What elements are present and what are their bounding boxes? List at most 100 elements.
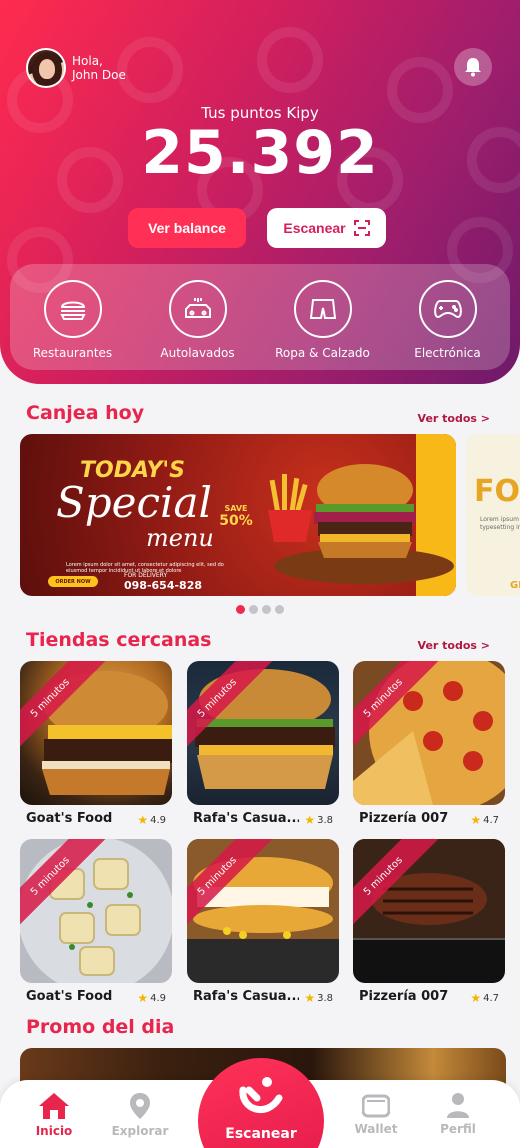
store-card[interactable]: 5 minutos Rafa's Casua... ★ 3.8 <box>187 839 339 1005</box>
nav-home[interactable]: Inicio <box>14 1092 94 1138</box>
nav-profile[interactable]: Perfil <box>418 1092 498 1136</box>
category-restaurants[interactable]: Restaurantes <box>14 280 132 370</box>
avatar[interactable] <box>26 48 66 88</box>
hero-header: Hola, John Doe Tus puntos Kipy 25.392 Ve… <box>0 0 520 384</box>
category-bar: Restaurantes Autolavados Ropa & Calzado <box>10 264 510 370</box>
wallet-icon <box>362 1094 390 1118</box>
carousel-dot[interactable] <box>236 605 245 614</box>
rating-value: 4.7 <box>483 992 499 1004</box>
scan-fab-label: Escanear <box>225 1126 297 1142</box>
store-image: 5 minutos <box>187 661 339 805</box>
carousel-dot[interactable] <box>275 605 284 614</box>
user-greeting[interactable]: Hola, John Doe <box>26 48 126 88</box>
smile-logo-icon <box>239 1077 283 1113</box>
car-wash-icon <box>184 298 211 318</box>
banner-menu: menu <box>146 524 214 552</box>
nearby-title: Tiendas cercanas <box>26 629 212 651</box>
star-icon: ★ <box>137 813 149 827</box>
rating-value: 4.9 <box>150 992 166 1004</box>
promo-banner-special-menu[interactable]: TODAY'S Special menu SAVE 50% Lorem ipsum… <box>20 434 456 596</box>
banner-save-label: SAVE <box>224 504 248 513</box>
store-image: 5 minutos <box>353 661 505 805</box>
star-icon: ★ <box>304 813 316 827</box>
fries-image <box>268 474 312 542</box>
user-name: John Doe <box>72 68 126 82</box>
nav-label: Wallet <box>354 1122 398 1136</box>
redeem-title: Canjea hoy <box>26 402 145 424</box>
store-card[interactable]: 5 minutos Pizzería 007 ★ 4.7 <box>353 839 505 1005</box>
star-icon: ★ <box>470 813 482 827</box>
banner-special: Special <box>56 478 212 527</box>
store-rating: ★ 3.8 <box>304 991 333 1005</box>
location-pin-icon <box>130 1093 150 1119</box>
category-label: Ropa & Calzado <box>275 346 370 360</box>
star-icon: ★ <box>304 991 316 1005</box>
category-label: Autolavados <box>160 346 235 360</box>
store-card[interactable]: 5 minutos Goat's Food ★ 4.9 <box>20 839 172 1005</box>
rating-value: 3.8 <box>317 992 333 1004</box>
store-name: Goat's Food <box>26 989 113 1004</box>
banner-save-pct: 50% <box>219 513 253 529</box>
redeem-see-all-link[interactable]: Ver todos > <box>418 412 490 425</box>
store-image: 5 minutos <box>20 661 172 805</box>
greeting-text: Hola, <box>72 54 103 68</box>
category-clothing[interactable]: Ropa & Calzado <box>264 280 382 370</box>
user-icon <box>447 1093 469 1118</box>
store-name: Rafa's Casua... <box>193 811 299 826</box>
nav-label: Explorar <box>111 1124 169 1138</box>
promo-banner-food[interactable]: FOO Lorem ipsum typesetting in GE <box>466 434 520 596</box>
store-rating: ★ 4.9 <box>137 813 166 827</box>
banner2-tail: GE <box>510 580 520 591</box>
rating-value: 4.7 <box>483 814 499 826</box>
category-carwash[interactable]: Autolavados <box>139 280 257 370</box>
banner-order-now: ORDER NOW <box>48 576 98 587</box>
store-image: 5 minutos <box>20 839 172 983</box>
nav-label: Perfil <box>440 1122 476 1136</box>
star-icon: ★ <box>137 991 149 1005</box>
banner-delivery: FOR DELIVERY <box>124 572 168 579</box>
bell-icon <box>465 58 481 77</box>
promo-title: Promo del dia <box>26 1016 175 1038</box>
star-icon: ★ <box>470 991 482 1005</box>
banner2-title: FOO <box>474 474 520 509</box>
burger-icon <box>59 301 86 320</box>
store-name: Pizzería 007 <box>359 811 449 826</box>
gamepad-icon <box>433 300 462 319</box>
burger-image <box>314 464 416 558</box>
store-rating: ★ 4.7 <box>470 991 499 1005</box>
store-name: Pizzería 007 <box>359 989 449 1004</box>
store-card[interactable]: 5 minutos Goat's Food ★ 4.9 <box>20 661 172 827</box>
store-image: 5 minutos <box>187 839 339 983</box>
store-rating: ★ 3.8 <box>304 813 333 827</box>
rating-value: 3.8 <box>317 814 333 826</box>
banner-phone: 098-654-828 <box>124 579 203 592</box>
banner-save-badge: SAVE 50% <box>216 504 256 544</box>
scan-icon <box>353 220 370 236</box>
scan-button[interactable]: Escanear <box>267 208 386 248</box>
scan-button-label: Escanear <box>283 220 346 236</box>
category-electronics[interactable]: Electrónica <box>389 280 507 370</box>
store-card[interactable]: 5 minutos Rafa's Casua... ★ 3.8 <box>187 661 339 827</box>
category-label: Restaurantes <box>32 346 113 360</box>
shorts-icon <box>309 299 336 319</box>
category-label: Electrónica <box>414 346 481 360</box>
view-balance-button[interactable]: Ver balance <box>128 208 246 248</box>
notifications-button[interactable] <box>454 48 492 86</box>
store-rating: ★ 4.7 <box>470 813 499 827</box>
store-rating: ★ 4.9 <box>137 991 166 1005</box>
rating-value: 4.9 <box>150 814 166 826</box>
store-card[interactable]: 5 minutos Pizzería 007 ★ 4.7 <box>353 661 505 827</box>
points-value: 25.392 <box>141 118 379 188</box>
store-name: Goat's Food <box>26 811 113 826</box>
home-icon <box>39 1093 69 1119</box>
banner2-sub: Lorem ipsum typesetting in <box>480 516 520 531</box>
carousel-dot[interactable] <box>249 605 258 614</box>
nav-label: Inicio <box>35 1124 73 1138</box>
carousel-dot[interactable] <box>262 605 271 614</box>
nav-wallet[interactable]: Wallet <box>336 1092 416 1136</box>
store-name: Rafa's Casua... <box>193 989 299 1004</box>
nearby-see-all-link[interactable]: Ver todos > <box>418 639 490 652</box>
nav-explore[interactable]: Explorar <box>100 1092 180 1138</box>
store-image: 5 minutos <box>353 839 505 983</box>
carousel-pagination <box>0 605 520 614</box>
